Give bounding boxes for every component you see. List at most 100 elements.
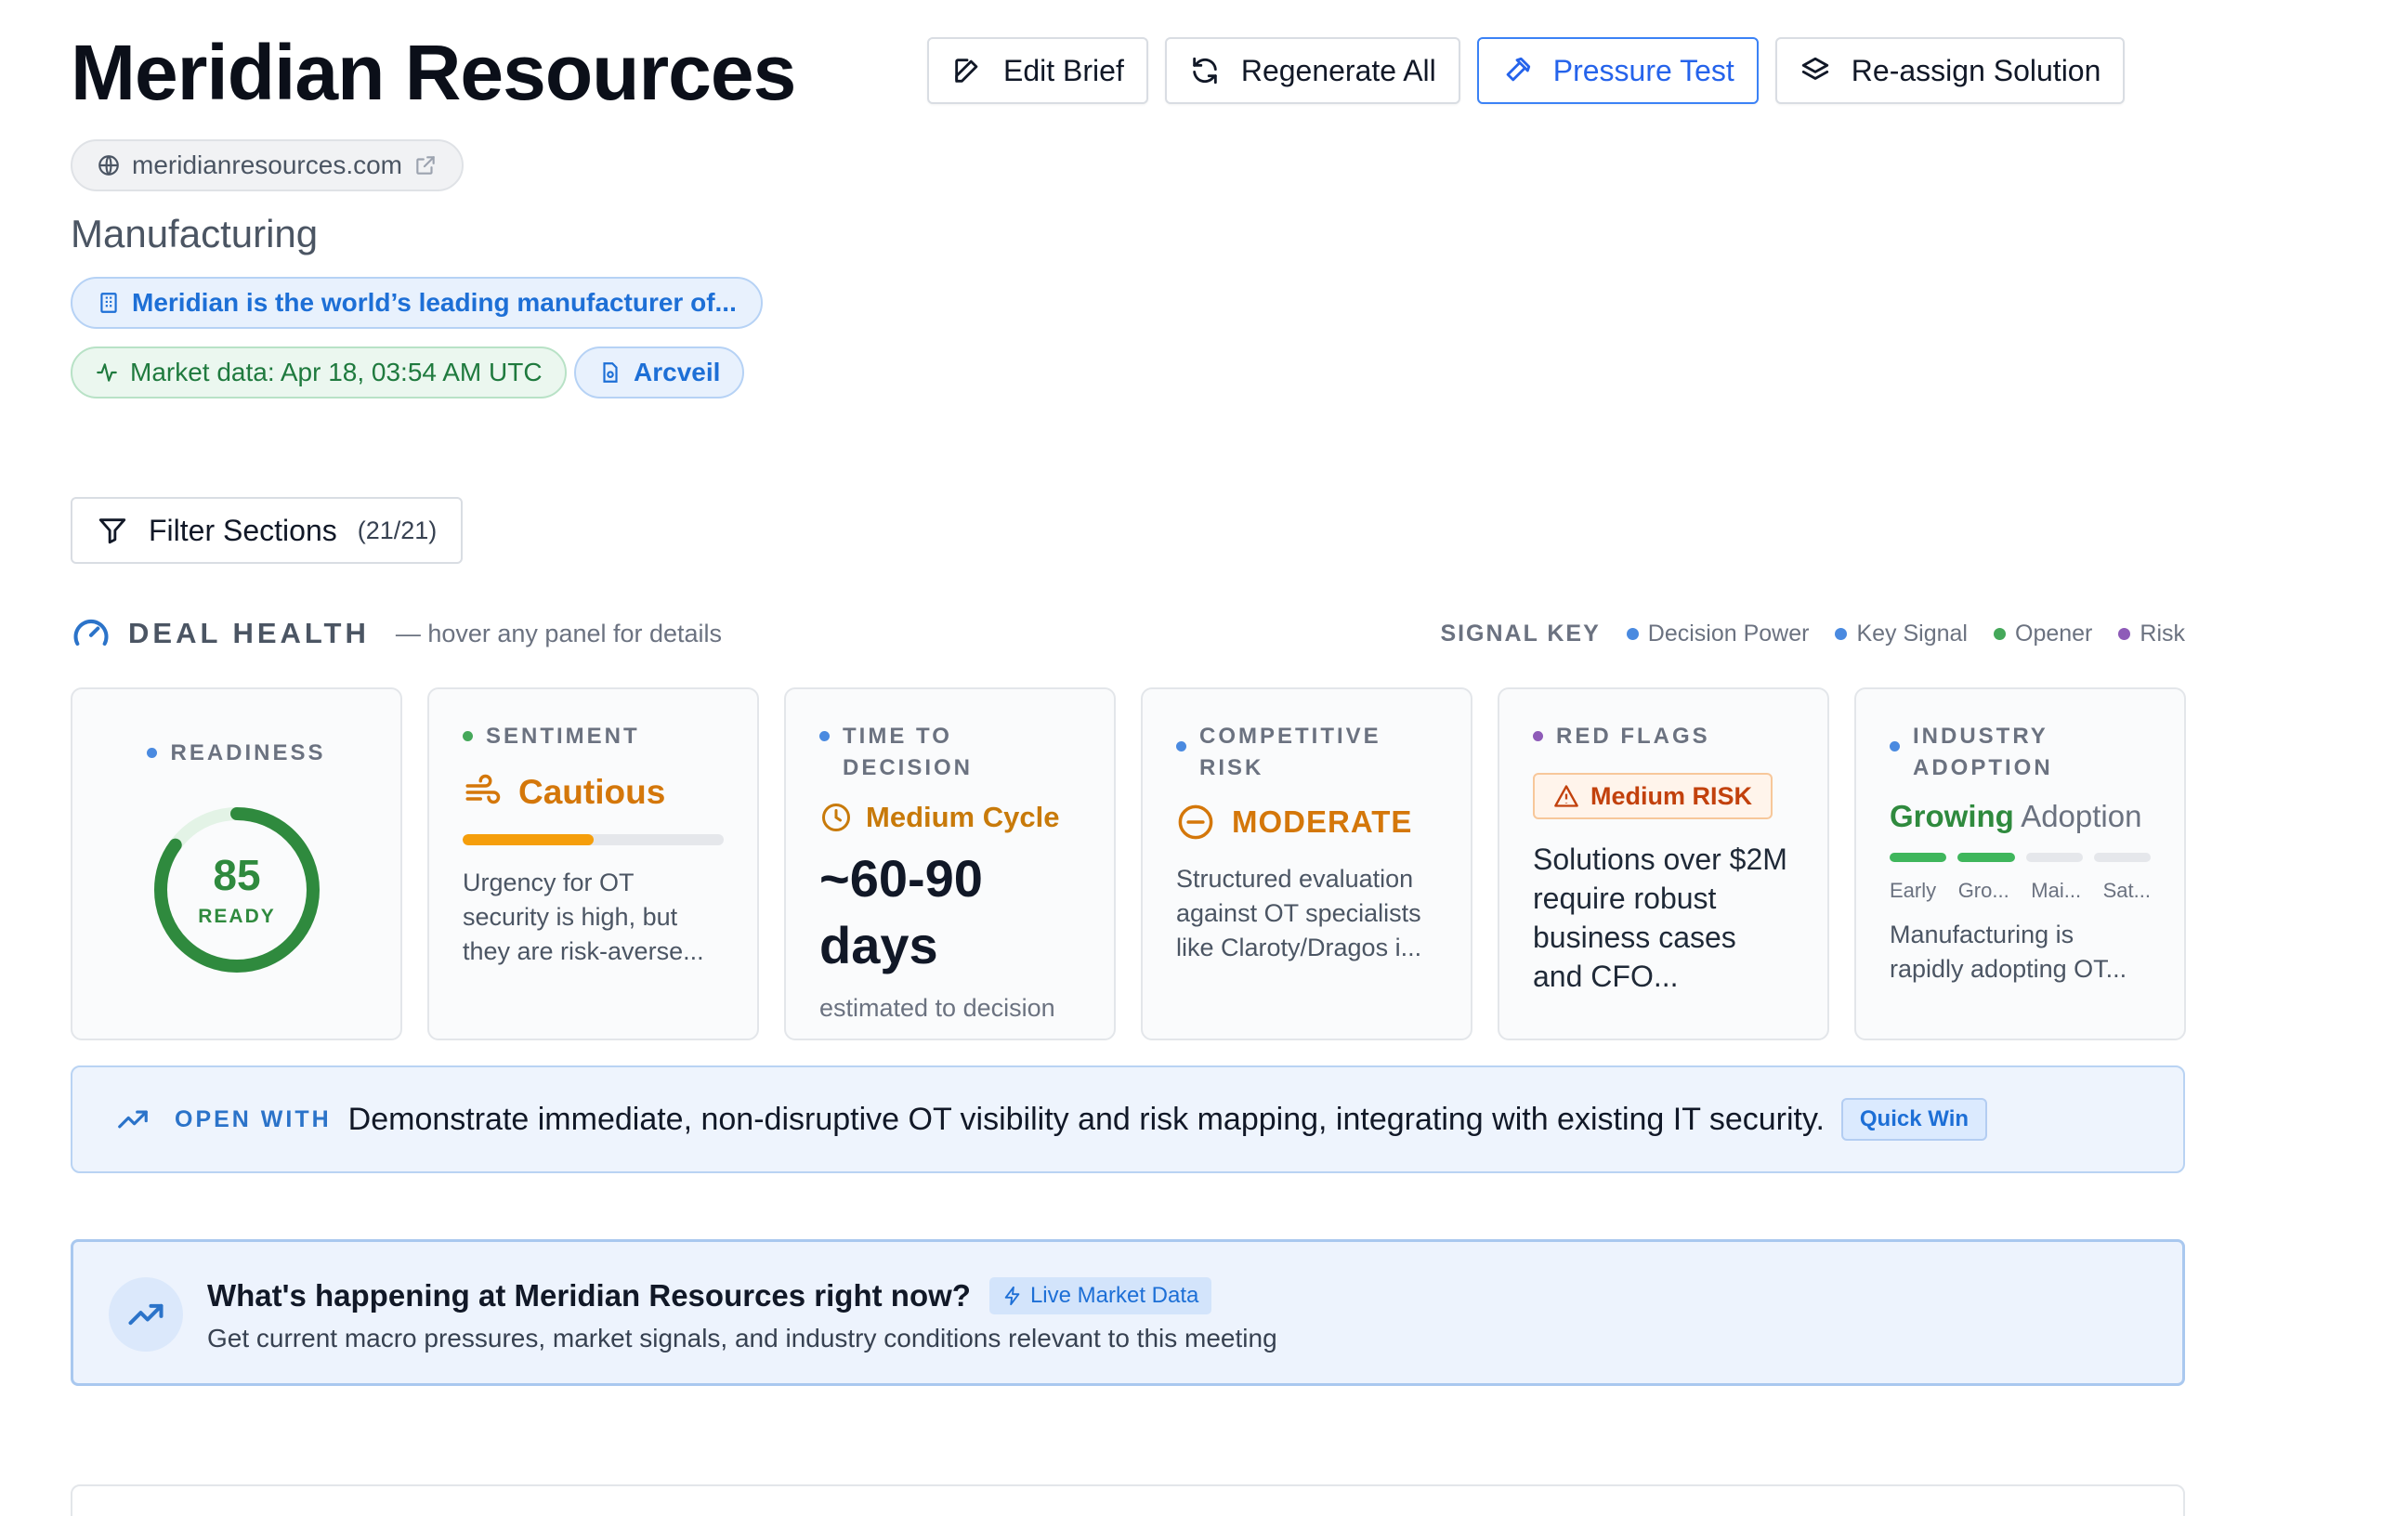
red-flags-label-row: RED FLAGS xyxy=(1533,721,1794,752)
filter-sections-label: Filter Sections xyxy=(149,513,337,547)
adoption-label-row: INDUSTRY ADOPTION xyxy=(1890,721,2151,784)
reassign-solution-button[interactable]: Re-assign Solution xyxy=(1774,37,2126,104)
edit-icon xyxy=(955,59,978,83)
signal-key-text: Decision Power xyxy=(1647,620,1810,647)
warning-icon xyxy=(1554,785,1578,807)
industry-label: Manufacturing xyxy=(71,212,319,255)
pressure-test-button[interactable]: Pressure Test xyxy=(1476,37,1759,104)
industry-adoption-card[interactable]: INDUSTRY ADOPTION Growing Adoption Early… xyxy=(1854,687,2186,1040)
adoption-segment xyxy=(2025,853,2083,862)
globe-icon xyxy=(98,155,119,176)
toolbar: Edit Brief Regenerate All Pressure Test … xyxy=(927,37,2126,104)
readiness-ring: 85 READY xyxy=(152,805,321,974)
signal-dot xyxy=(1835,627,1848,640)
signal-dot xyxy=(819,731,830,741)
time-to-decision-card[interactable]: TIME TO DECISION Medium Cycle ~60-90 day… xyxy=(784,687,1116,1040)
gauge-icon xyxy=(73,619,109,647)
readiness-label-row: READINESS xyxy=(106,738,367,769)
page: Meridian Resources Edit Brief Regenerate… xyxy=(0,0,2408,1516)
domain-text: meridianresources.com xyxy=(132,150,402,179)
sentiment-value-row: Cautious xyxy=(463,773,724,812)
ttd-label-row: TIME TO DECISION xyxy=(819,721,1080,784)
live-market-subtitle: Get current macro pressures, market sign… xyxy=(207,1324,1277,1353)
signal-dot xyxy=(1176,741,1186,751)
ttd-estimate-unit: days xyxy=(819,916,938,974)
signal-key-text: Key Signal xyxy=(1856,620,1968,647)
signal-dot xyxy=(1533,731,1543,741)
sentiment-bar-fill xyxy=(463,834,594,845)
ttd-label: TIME TO DECISION xyxy=(843,724,974,780)
page-title: Meridian Resources xyxy=(71,29,796,116)
adoption-value: Growing Adoption xyxy=(1890,799,2151,834)
signal-dot xyxy=(2118,627,2131,640)
source-text: Arcveil xyxy=(634,358,721,386)
signal-dot xyxy=(1890,741,1900,751)
regenerate-all-button[interactable]: Regenerate All xyxy=(1164,37,1460,104)
readiness-card[interactable]: READINESS 85 READY xyxy=(71,687,402,1040)
adoption-label: INDUSTRY ADOPTION xyxy=(1913,721,2053,784)
wind-icon xyxy=(465,774,501,804)
signal-key-item: Key Signal xyxy=(1835,621,1968,647)
adoption-stage: Sat... xyxy=(2102,879,2151,902)
deal-health-cards: READINESS 85 READY SENTIMENT Cautious Ur… xyxy=(71,687,2186,1040)
competitive-risk-card[interactable]: COMPETITIVE RISK MODERATE Structured eva… xyxy=(1141,687,1472,1040)
risk-badge: Medium RISK xyxy=(1533,773,1773,819)
edit-brief-button[interactable]: Edit Brief xyxy=(927,37,1148,104)
open-with-banner[interactable]: OPEN WITH Demonstrate immediate, non-dis… xyxy=(71,1065,2185,1173)
company-description-pill[interactable]: Meridian is the world’s leading manufact… xyxy=(71,277,763,329)
edit-brief-label: Edit Brief xyxy=(1003,53,1124,87)
trending-up-icon xyxy=(128,1303,164,1326)
signal-dot xyxy=(1994,627,2006,640)
sentiment-text: Urgency for OT security is high, but the… xyxy=(463,869,704,965)
ttd-estimate: ~60-90 days xyxy=(819,845,1080,979)
deal-health-subtitle: — hover any panel for details xyxy=(395,619,723,647)
filter-icon xyxy=(98,518,126,544)
competitive-value-row: MODERATE xyxy=(1176,803,1437,842)
deal-health-title: DEAL HEALTH xyxy=(128,617,370,649)
domain-link[interactable]: meridianresources.com xyxy=(71,139,464,191)
next-section-card xyxy=(71,1484,2185,1516)
adoption-progress xyxy=(1890,853,2151,862)
sentiment-label-row: SENTIMENT xyxy=(463,721,724,752)
source-pill[interactable]: Arcveil xyxy=(574,346,745,399)
signal-dot xyxy=(463,731,473,741)
signal-key-text: Opener xyxy=(2015,620,2093,647)
sentiment-card[interactable]: SENTIMENT Cautious Urgency for OT securi… xyxy=(427,687,759,1040)
competitive-text: Structured evaluation against OT special… xyxy=(1176,865,1422,961)
signal-dot xyxy=(1626,627,1639,640)
signal-key-text: Risk xyxy=(2140,620,2185,647)
live-market-panel[interactable]: What's happening at Meridian Resources r… xyxy=(71,1239,2185,1386)
adoption-value-rest: Adoption xyxy=(2021,799,2142,833)
competitive-value: MODERATE xyxy=(1232,804,1413,839)
red-flags-card[interactable]: RED FLAGS Medium RISK Solutions over $2M… xyxy=(1498,687,1829,1040)
ttd-estimate-range: ~60-90 xyxy=(819,849,983,908)
company-description-text: Meridian is the world’s leading manufact… xyxy=(132,288,737,317)
zap-icon xyxy=(1004,1286,1020,1306)
open-with-label: OPEN WITH xyxy=(175,1105,332,1132)
adoption-value-strong: Growing xyxy=(1890,799,2014,833)
filter-sections-button[interactable]: Filter Sections (21/21) xyxy=(71,497,464,564)
adoption-label-line1: INDUSTRY xyxy=(1913,724,2048,749)
signal-dot xyxy=(147,748,158,758)
market-data-text: Market data: Apr 18, 03:54 AM UTC xyxy=(130,358,543,386)
open-with-text: Demonstrate immediate, non-disruptive OT… xyxy=(347,1101,1825,1137)
document-icon xyxy=(603,362,618,383)
trending-up-icon xyxy=(118,1110,148,1129)
minus-circle-icon xyxy=(1178,804,1213,840)
adoption-segment xyxy=(1890,853,1947,862)
clock-icon xyxy=(822,804,850,831)
sentiment-label: SENTIMENT xyxy=(486,724,640,749)
refresh-icon xyxy=(1193,57,1217,85)
filter-count: (21/21) xyxy=(357,516,438,544)
hammer-icon xyxy=(1506,57,1530,82)
pressure-test-label: Pressure Test xyxy=(1552,53,1734,87)
quick-win-badge: Quick Win xyxy=(1840,1098,1988,1141)
ttd-value: Medium Cycle xyxy=(866,801,1060,833)
readiness-score: 85 xyxy=(213,851,261,899)
red-flags-label: RED FLAGS xyxy=(1556,724,1710,749)
red-flags-text: Solutions over $2M require robust busine… xyxy=(1533,843,1787,993)
readiness-sub: READY xyxy=(198,906,276,927)
adoption-stage: Early xyxy=(1890,879,1937,902)
deal-health-header: DEAL HEALTH — hover any panel for detail… xyxy=(71,613,2185,654)
risk-badge-text: Medium RISK xyxy=(1590,781,1753,810)
